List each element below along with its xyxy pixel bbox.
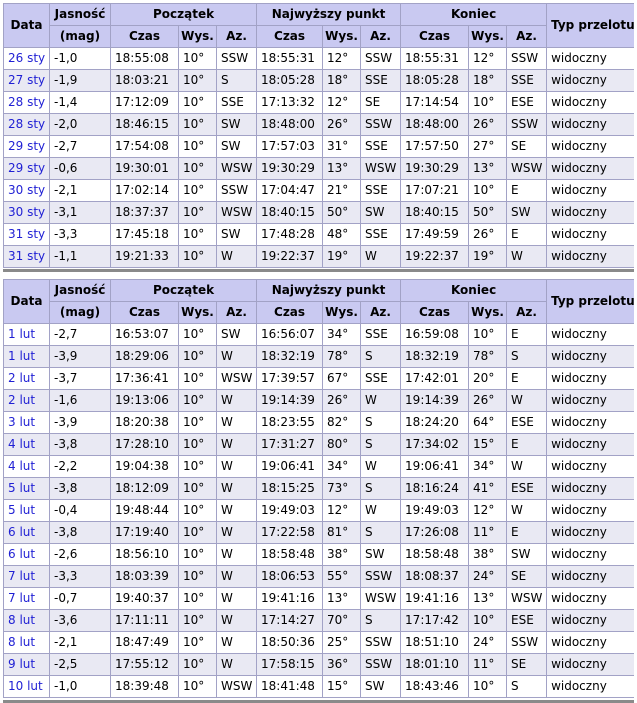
table-january-frame <box>3 3 634 272</box>
table-february-frame <box>3 279 634 703</box>
